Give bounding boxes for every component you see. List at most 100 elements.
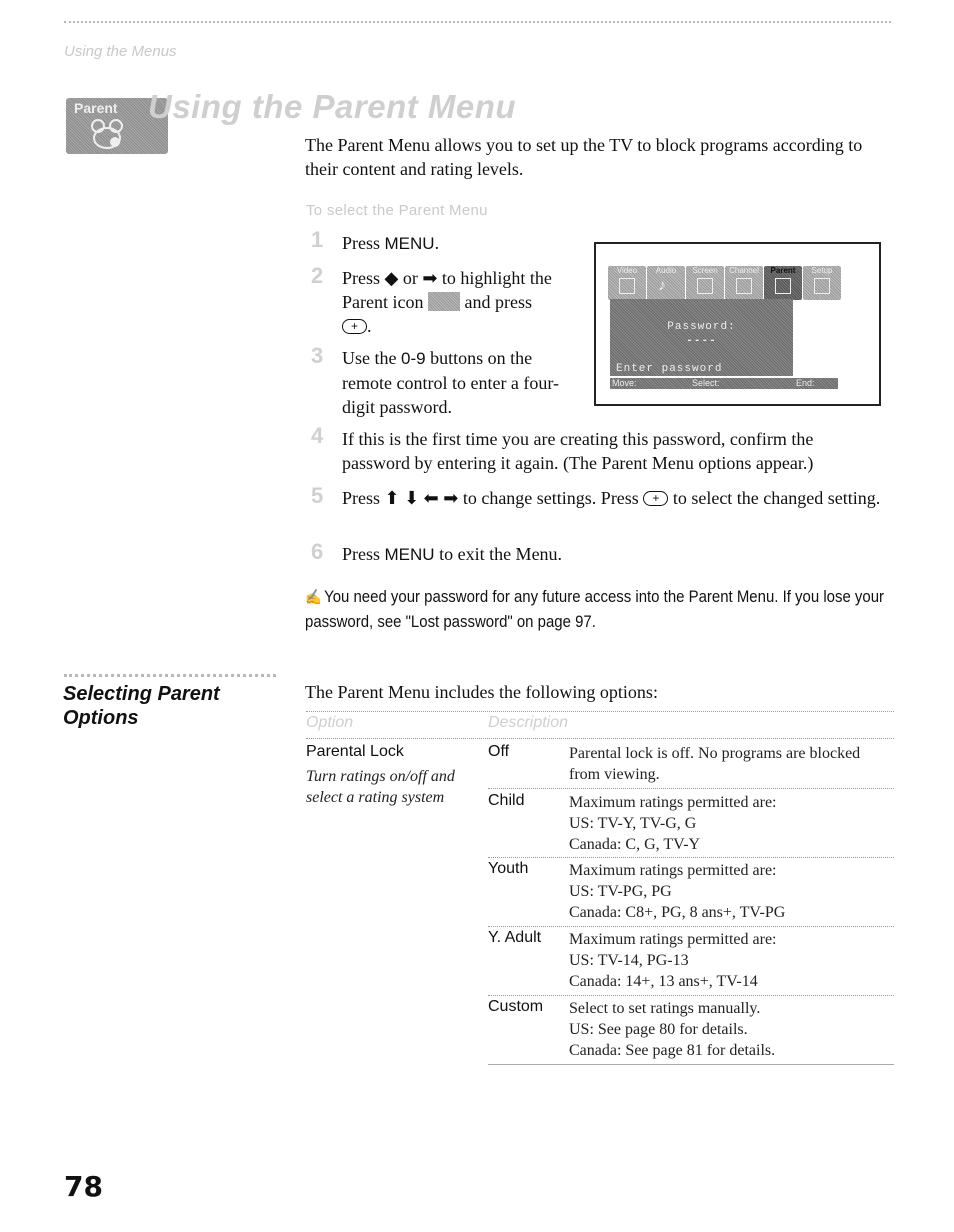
- tab-label: Video: [616, 266, 638, 275]
- row-rule: [488, 926, 894, 927]
- option-value: Custom: [488, 998, 544, 1015]
- step-text: Press ⬆ ⬇ ⬅ ➡ to change settings. Press: [342, 488, 639, 508]
- step-number: 4: [311, 423, 324, 448]
- select-button-icon: +: [342, 319, 368, 334]
- tab-setup: Setup: [803, 266, 841, 300]
- parent-icon: [775, 278, 791, 294]
- description-line: Canada: See page 81 for details.: [569, 1042, 776, 1059]
- section-heading-line: Options: [63, 707, 139, 729]
- menu-key-label: MENU: [384, 234, 435, 253]
- pencil-note-icon: ✍: [305, 589, 322, 606]
- channel-icon: [736, 278, 752, 294]
- table-header-description: Description: [488, 714, 569, 731]
- password-field: ----: [686, 335, 717, 347]
- value-description: Maximum ratings permitted are: US: TV-Y,…: [569, 792, 777, 855]
- row-rule: [488, 788, 894, 789]
- section-heading-line: Selecting Parent: [63, 683, 220, 705]
- video-icon: [619, 278, 635, 294]
- status-select: Select:: [692, 378, 720, 388]
- note: ✍ You need your password for any future a…: [305, 585, 886, 634]
- option-name: Parental Lock: [306, 743, 404, 760]
- password-panel: Password: ---- Enter password: [610, 299, 793, 376]
- description-line: Canada: 14+, 13 ans+, TV-14: [569, 973, 758, 990]
- select-button-icon: +: [643, 491, 669, 506]
- step-number: 3: [311, 343, 324, 368]
- step-text: Use the: [342, 348, 401, 368]
- description-line: US: See page 80 for details.: [569, 1021, 748, 1038]
- description-line: Canada: C8+, PG, 8 ans+, TV-PG: [569, 904, 786, 921]
- top-rule: [64, 21, 891, 23]
- tab-label: Channel: [729, 266, 759, 275]
- tab-audio: Audio ♪: [647, 266, 685, 300]
- tab-label: Screen: [692, 266, 718, 275]
- tv-menu-screenshot: Video Audio ♪ Screen Channel Parent Setup…: [594, 242, 881, 406]
- step-number: 1: [311, 227, 324, 252]
- option-value: Y. Adult: [488, 929, 542, 946]
- tab-screen: Screen: [686, 266, 724, 300]
- page-number: 78: [64, 1170, 103, 1203]
- tab-label: Parent: [770, 266, 796, 275]
- tab-channel: Channel: [725, 266, 763, 300]
- screen-icon: [697, 278, 713, 294]
- tab-label: Setup: [811, 266, 833, 275]
- status-move: Move:: [612, 378, 637, 388]
- music-note-icon: ♪: [658, 277, 666, 294]
- tab-parent: Parent: [764, 266, 802, 300]
- step-text: Press: [342, 233, 385, 253]
- step-text: .: [434, 233, 440, 253]
- option-value: Youth: [488, 860, 529, 877]
- step-5-text: Press ⬆ ⬇ ⬅ ➡ to change settings. Press …: [342, 486, 882, 510]
- option-description: Turn ratings on/off and select a rating …: [306, 766, 455, 808]
- step-text: to select the changed setting.: [672, 488, 881, 508]
- password-label: Password:: [667, 321, 736, 333]
- description-line: US: TV-PG, PG: [569, 883, 672, 900]
- row-rule: [488, 857, 894, 858]
- parent-badge-label: Parent: [74, 100, 118, 116]
- parent-mini-icon: [427, 292, 460, 311]
- option-description-line: select a rating system: [306, 789, 445, 806]
- option-value: Off: [488, 743, 510, 760]
- step-text: Parent icon: [342, 292, 424, 312]
- description-line: US: TV-14, PG-13: [569, 952, 689, 969]
- menu-key-label: MENU: [384, 545, 435, 564]
- step-4-text: If this is the first time you are creati…: [342, 429, 814, 473]
- description-line: US: TV-Y, TV-G, G: [569, 815, 697, 832]
- description-line: Maximum ratings permitted are:: [569, 862, 777, 879]
- step-2-text: Press ◆ or ➡ to highlight the Parent ico…: [342, 266, 582, 338]
- teddy-bear-icon: [91, 119, 123, 149]
- value-description: Parental lock is off. No programs are bl…: [569, 743, 860, 785]
- tab-video: Video: [608, 266, 646, 300]
- section-rule: [64, 674, 276, 677]
- table-header-rule: [306, 738, 894, 739]
- note-text: You need your password for any future ac…: [305, 587, 885, 631]
- page-title: Using the Parent Menu: [148, 88, 517, 125]
- section-intro: The Parent Menu includes the following o…: [305, 682, 658, 702]
- description-line: Maximum ratings permitted are:: [569, 931, 777, 948]
- description-line: Maximum ratings permitted are:: [569, 794, 777, 811]
- procedure-subheading: To select the Parent Menu: [306, 202, 488, 219]
- step-number: 5: [311, 483, 324, 508]
- toolbox-icon: [814, 278, 830, 294]
- step-number: 6: [311, 539, 324, 564]
- table-bottom-rule: [488, 1064, 894, 1065]
- value-description: Maximum ratings permitted are: US: TV-PG…: [569, 860, 785, 923]
- password-prompt: Enter password: [616, 363, 723, 375]
- section-heading: Selecting Parent Options: [63, 682, 220, 730]
- step-number: 2: [311, 263, 324, 288]
- intro-paragraph: The Parent Menu allows you to set up the…: [305, 135, 863, 179]
- step-text: .: [367, 316, 372, 336]
- description-line: Parental lock is off. No programs are bl…: [569, 745, 861, 762]
- value-description: Select to set ratings manually. US: See …: [569, 998, 775, 1061]
- row-rule: [488, 995, 894, 996]
- description-line: Canada: C, G, TV-Y: [569, 836, 701, 853]
- option-description-line: Turn ratings on/off and: [306, 768, 455, 785]
- option-value: Child: [488, 792, 525, 809]
- description-line: from viewing.: [569, 766, 660, 783]
- table-top-rule: [306, 711, 894, 712]
- tab-label: Audio: [655, 266, 677, 275]
- tv-status-bar: Move: Select: End:: [610, 378, 838, 389]
- step-6-text: Press MENU to exit the Menu.: [342, 542, 562, 567]
- step-text: Press ◆ or ➡ to highlight the: [342, 268, 552, 288]
- step-text: to exit the Menu.: [434, 544, 563, 564]
- running-head: Using the Menus: [64, 43, 177, 60]
